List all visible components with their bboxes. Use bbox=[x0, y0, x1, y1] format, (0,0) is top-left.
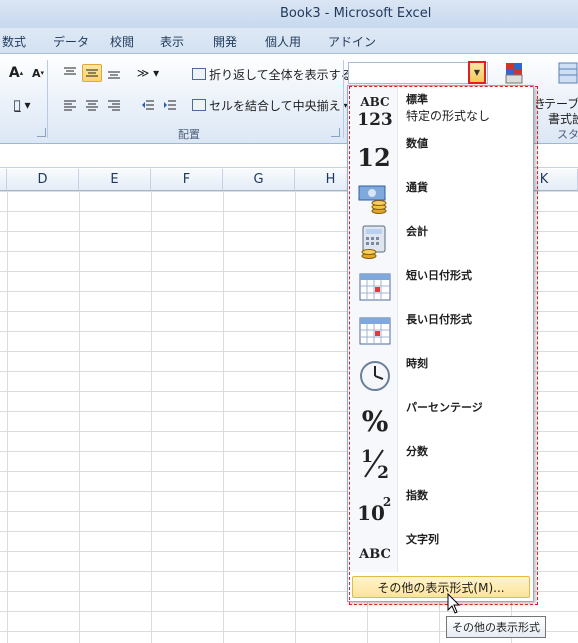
fraction-numerator-text: 1 bbox=[361, 447, 373, 467]
format-label-percentage: パーセンテージ bbox=[406, 401, 483, 414]
format-label-time: 時刻 bbox=[406, 357, 428, 370]
group-separator bbox=[47, 60, 48, 138]
format-label-accounting: 会計 bbox=[406, 225, 428, 238]
text-abc-icon: ABC bbox=[357, 532, 393, 568]
merge-center-label: セルを結合して中央揃え bbox=[209, 98, 341, 113]
alignment-group-label: 配置 bbox=[178, 128, 200, 141]
tab-review[interactable]: 校閲 bbox=[110, 33, 134, 50]
format-item-percentage[interactable]: % パーセンテージ bbox=[349, 396, 533, 440]
format-sub-general: 特定の形式なし bbox=[406, 109, 491, 123]
percent-text: % bbox=[362, 405, 389, 436]
format-label-general: 標準 bbox=[406, 93, 428, 106]
long-date-calendar-icon bbox=[357, 312, 393, 348]
table-format-icon[interactable] bbox=[558, 60, 578, 86]
font-grow-button[interactable]: A ▴ bbox=[6, 64, 26, 82]
text-abc-text: ABC bbox=[358, 547, 391, 562]
align-left-icon[interactable] bbox=[60, 96, 80, 114]
format-item-fraction[interactable]: 1 2 分数 bbox=[349, 440, 533, 484]
merge-center-icon bbox=[192, 99, 206, 111]
mouse-cursor-icon bbox=[447, 593, 461, 614]
n12-text: 12 bbox=[357, 143, 390, 172]
short-date-calendar-icon bbox=[357, 268, 393, 304]
number-format-dropdown-button[interactable]: ▼ bbox=[468, 61, 486, 84]
font-grow-label: A bbox=[8, 65, 20, 81]
more-formats-tooltip: その他の表示形式 bbox=[446, 616, 546, 638]
font-shrink-label: A bbox=[31, 66, 41, 80]
font-dialog-launcher-icon[interactable] bbox=[37, 128, 46, 137]
align-right-icon[interactable] bbox=[104, 96, 124, 114]
format-item-time[interactable]: 時刻 bbox=[349, 352, 533, 396]
table-format-label-2[interactable]: 書式設 bbox=[548, 110, 578, 127]
tab-data[interactable]: データ bbox=[53, 33, 89, 50]
format-item-text[interactable]: ABC 文字列 bbox=[349, 528, 533, 572]
format-label-text: 文字列 bbox=[406, 533, 439, 546]
increase-indent-icon[interactable] bbox=[160, 96, 180, 114]
format-label-currency: 通貨 bbox=[406, 181, 428, 194]
exponent-power-text: 2 bbox=[383, 495, 391, 509]
format-item-long-date[interactable]: 長い日付形式 bbox=[349, 308, 533, 352]
column-header-d[interactable]: D bbox=[7, 169, 79, 191]
font-shrink-button[interactable]: A ▾ bbox=[28, 64, 48, 82]
tab-personal[interactable]: 個人用 bbox=[265, 33, 301, 50]
merge-center-button[interactable]: セルを結合して中央揃え ▾ bbox=[192, 95, 348, 115]
format-label-scientific: 指数 bbox=[406, 489, 428, 502]
align-top-icon[interactable] bbox=[60, 64, 80, 82]
format-label-fraction: 分数 bbox=[406, 445, 428, 458]
decrease-indent-icon[interactable] bbox=[138, 96, 158, 114]
wrap-text-icon bbox=[192, 68, 206, 80]
wrap-text-label: 折り返して全体を表示する bbox=[209, 67, 353, 82]
format-label-long-date: 長い日付形式 bbox=[406, 313, 472, 326]
alignment-dialog-launcher-icon[interactable] bbox=[331, 128, 340, 137]
percent-icon: % bbox=[357, 400, 393, 436]
format-item-scientific[interactable]: 10 2 指数 bbox=[349, 484, 533, 528]
format-label-short-date: 短い日付形式 bbox=[406, 269, 472, 282]
group-separator bbox=[343, 60, 344, 138]
accounting-icon bbox=[357, 224, 393, 260]
format-item-accounting[interactable]: 会計 bbox=[349, 220, 533, 264]
format-label-number: 数値 bbox=[406, 137, 428, 150]
align-bottom-icon[interactable] bbox=[104, 64, 124, 82]
format-item-number[interactable]: 12 数値 bbox=[349, 132, 533, 176]
ribbon-tabs: 数式 データ 校閲 表示 開発 個人用 アドイン bbox=[0, 28, 578, 54]
column-header-f[interactable]: F bbox=[151, 169, 223, 191]
number-format-combo[interactable] bbox=[348, 62, 488, 84]
align-center-icon[interactable] bbox=[82, 96, 102, 114]
more-number-formats-button[interactable]: その他の表示形式(M)... bbox=[352, 576, 530, 598]
format-item-short-date[interactable]: 短い日付形式 bbox=[349, 264, 533, 308]
chevron-down-icon: ▼ bbox=[473, 68, 481, 77]
tab-view[interactable]: 表示 bbox=[160, 33, 184, 50]
exponent-base-text: 10 bbox=[357, 501, 385, 524]
format-item-currency[interactable]: 通貨 bbox=[349, 176, 533, 220]
orientation-icon[interactable]: ≫ ▾ bbox=[137, 64, 159, 82]
abc-text: ABC bbox=[359, 95, 389, 109]
wrap-text-button[interactable]: 折り返して全体を表示する bbox=[192, 64, 353, 84]
phonetic-icon[interactable]: ア̲ ▾ bbox=[12, 96, 32, 114]
abc-123-icon: ABC 123 bbox=[357, 92, 393, 128]
tab-developer[interactable]: 開発 bbox=[213, 33, 237, 50]
clock-icon bbox=[357, 356, 393, 392]
styles-group-label: スタ bbox=[557, 128, 578, 141]
conditional-format-icon[interactable] bbox=[503, 60, 529, 86]
exponent-icon: 10 2 bbox=[357, 488, 393, 524]
tab-formulas[interactable]: 数式 bbox=[2, 33, 26, 50]
n123-text: 123 bbox=[357, 110, 393, 128]
column-header-g[interactable]: G bbox=[223, 169, 295, 191]
number-12-icon: 12 bbox=[357, 136, 393, 172]
number-format-menu: ABC 123 標準 特定の形式なし 12 数値 通貨 会計 短い日付形式 長い… bbox=[347, 85, 534, 602]
align-middle-icon[interactable] bbox=[82, 64, 102, 82]
tab-addins[interactable]: アドイン bbox=[328, 33, 376, 50]
format-item-general[interactable]: ABC 123 標準 特定の形式なし bbox=[349, 88, 533, 132]
window-title: Book3 - Microsoft Excel bbox=[280, 6, 432, 21]
currency-icon bbox=[357, 180, 393, 216]
fraction-denominator-text: 2 bbox=[377, 463, 389, 480]
title-bar: Book3 - Microsoft Excel bbox=[0, 0, 578, 28]
fraction-icon: 1 2 bbox=[357, 444, 393, 480]
column-header-e[interactable]: E bbox=[79, 169, 151, 191]
row-header-corner[interactable] bbox=[0, 169, 7, 191]
